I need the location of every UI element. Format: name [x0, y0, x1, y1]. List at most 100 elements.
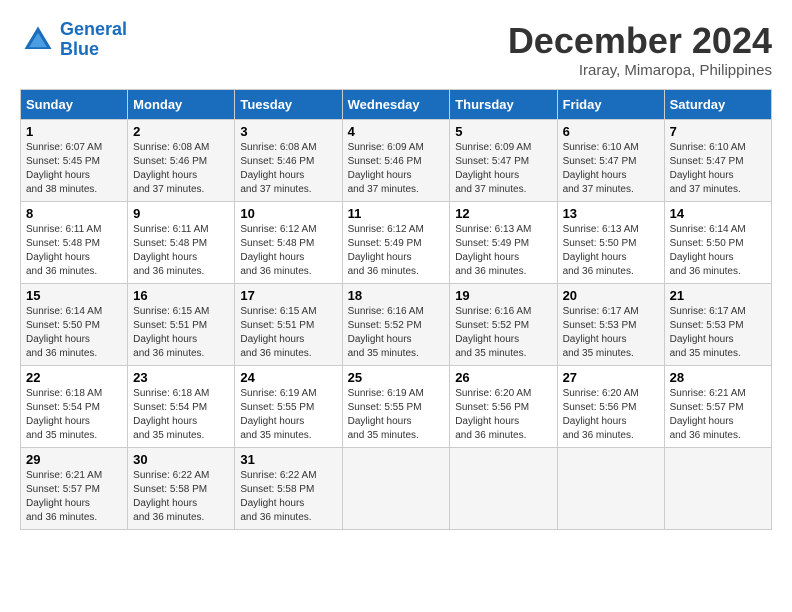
table-row: 16 Sunrise: 6:15 AMSunset: 5:51 PMDaylig…: [128, 284, 235, 366]
header-tuesday: Tuesday: [235, 90, 342, 120]
day-info: Sunrise: 6:12 AMSunset: 5:49 PMDaylight …: [348, 224, 424, 277]
day-info: Sunrise: 6:13 AMSunset: 5:50 PMDaylight …: [563, 224, 639, 277]
location-title: Iraray, Mimaropa, Philippines: [508, 62, 772, 79]
day-info: Sunrise: 6:17 AMSunset: 5:53 PMDaylight …: [670, 306, 746, 359]
day-info: Sunrise: 6:11 AMSunset: 5:48 PMDaylight …: [26, 224, 101, 277]
day-info: Sunrise: 6:11 AMSunset: 5:48 PMDaylight …: [133, 224, 208, 277]
day-number: 20: [563, 288, 659, 303]
day-number: 23: [133, 370, 229, 385]
table-row: 2 Sunrise: 6:08 AMSunset: 5:46 PMDayligh…: [128, 120, 235, 202]
calendar-week-1: 1 Sunrise: 6:07 AMSunset: 5:45 PMDayligh…: [21, 120, 772, 202]
day-info: Sunrise: 6:13 AMSunset: 5:49 PMDaylight …: [455, 224, 531, 277]
table-row: [664, 448, 771, 530]
day-info: Sunrise: 6:09 AMSunset: 5:46 PMDaylight …: [348, 142, 424, 195]
table-row: 17 Sunrise: 6:15 AMSunset: 5:51 PMDaylig…: [235, 284, 342, 366]
day-info: Sunrise: 6:19 AMSunset: 5:55 PMDaylight …: [240, 388, 316, 441]
day-info: Sunrise: 6:18 AMSunset: 5:54 PMDaylight …: [26, 388, 102, 441]
day-number: 11: [348, 206, 445, 221]
day-number: 31: [240, 452, 336, 467]
month-title: December 2024: [508, 20, 772, 62]
day-number: 6: [563, 124, 659, 139]
table-row: 4 Sunrise: 6:09 AMSunset: 5:46 PMDayligh…: [342, 120, 450, 202]
header-monday: Monday: [128, 90, 235, 120]
table-row: 26 Sunrise: 6:20 AMSunset: 5:56 PMDaylig…: [450, 366, 557, 448]
table-row: 20 Sunrise: 6:17 AMSunset: 5:53 PMDaylig…: [557, 284, 664, 366]
calendar-week-3: 15 Sunrise: 6:14 AMSunset: 5:50 PMDaylig…: [21, 284, 772, 366]
day-info: Sunrise: 6:21 AMSunset: 5:57 PMDaylight …: [670, 388, 746, 441]
day-number: 4: [348, 124, 445, 139]
table-row: 28 Sunrise: 6:21 AMSunset: 5:57 PMDaylig…: [664, 366, 771, 448]
day-number: 7: [670, 124, 766, 139]
header-saturday: Saturday: [664, 90, 771, 120]
table-row: 29 Sunrise: 6:21 AMSunset: 5:57 PMDaylig…: [21, 448, 128, 530]
day-number: 28: [670, 370, 766, 385]
day-info: Sunrise: 6:22 AMSunset: 5:58 PMDaylight …: [133, 470, 209, 523]
day-info: Sunrise: 6:17 AMSunset: 5:53 PMDaylight …: [563, 306, 639, 359]
day-info: Sunrise: 6:18 AMSunset: 5:54 PMDaylight …: [133, 388, 209, 441]
table-row: 13 Sunrise: 6:13 AMSunset: 5:50 PMDaylig…: [557, 202, 664, 284]
table-row: 25 Sunrise: 6:19 AMSunset: 5:55 PMDaylig…: [342, 366, 450, 448]
day-number: 5: [455, 124, 551, 139]
day-info: Sunrise: 6:10 AMSunset: 5:47 PMDaylight …: [670, 142, 746, 195]
day-info: Sunrise: 6:14 AMSunset: 5:50 PMDaylight …: [670, 224, 746, 277]
day-info: Sunrise: 6:15 AMSunset: 5:51 PMDaylight …: [240, 306, 316, 359]
day-number: 19: [455, 288, 551, 303]
table-row: [450, 448, 557, 530]
calendar-week-5: 29 Sunrise: 6:21 AMSunset: 5:57 PMDaylig…: [21, 448, 772, 530]
calendar-week-2: 8 Sunrise: 6:11 AMSunset: 5:48 PMDayligh…: [21, 202, 772, 284]
day-info: Sunrise: 6:19 AMSunset: 5:55 PMDaylight …: [348, 388, 424, 441]
header-wednesday: Wednesday: [342, 90, 450, 120]
day-info: Sunrise: 6:08 AMSunset: 5:46 PMDaylight …: [133, 142, 209, 195]
day-info: Sunrise: 6:20 AMSunset: 5:56 PMDaylight …: [563, 388, 639, 441]
day-number: 24: [240, 370, 336, 385]
day-info: Sunrise: 6:15 AMSunset: 5:51 PMDaylight …: [133, 306, 209, 359]
table-row: 19 Sunrise: 6:16 AMSunset: 5:52 PMDaylig…: [450, 284, 557, 366]
calendar-body: 1 Sunrise: 6:07 AMSunset: 5:45 PMDayligh…: [21, 120, 772, 530]
day-info: Sunrise: 6:07 AMSunset: 5:45 PMDaylight …: [26, 142, 102, 195]
day-info: Sunrise: 6:10 AMSunset: 5:47 PMDaylight …: [563, 142, 639, 195]
title-area: December 2024 Iraray, Mimaropa, Philippi…: [508, 20, 772, 79]
table-row: [342, 448, 450, 530]
calendar-week-4: 22 Sunrise: 6:18 AMSunset: 5:54 PMDaylig…: [21, 366, 772, 448]
day-info: Sunrise: 6:21 AMSunset: 5:57 PMDaylight …: [26, 470, 102, 523]
header-thursday: Thursday: [450, 90, 557, 120]
day-number: 12: [455, 206, 551, 221]
day-number: 26: [455, 370, 551, 385]
table-row: 15 Sunrise: 6:14 AMSunset: 5:50 PMDaylig…: [21, 284, 128, 366]
table-row: 31 Sunrise: 6:22 AMSunset: 5:58 PMDaylig…: [235, 448, 342, 530]
day-number: 2: [133, 124, 229, 139]
logo-icon: [20, 22, 56, 58]
day-number: 13: [563, 206, 659, 221]
calendar-header-row: Sunday Monday Tuesday Wednesday Thursday…: [21, 90, 772, 120]
table-row: 18 Sunrise: 6:16 AMSunset: 5:52 PMDaylig…: [342, 284, 450, 366]
table-row: 1 Sunrise: 6:07 AMSunset: 5:45 PMDayligh…: [21, 120, 128, 202]
day-info: Sunrise: 6:16 AMSunset: 5:52 PMDaylight …: [455, 306, 531, 359]
header-sunday: Sunday: [21, 90, 128, 120]
table-row: 9 Sunrise: 6:11 AMSunset: 5:48 PMDayligh…: [128, 202, 235, 284]
table-row: 24 Sunrise: 6:19 AMSunset: 5:55 PMDaylig…: [235, 366, 342, 448]
day-number: 3: [240, 124, 336, 139]
day-info: Sunrise: 6:14 AMSunset: 5:50 PMDaylight …: [26, 306, 102, 359]
table-row: 27 Sunrise: 6:20 AMSunset: 5:56 PMDaylig…: [557, 366, 664, 448]
day-number: 18: [348, 288, 445, 303]
header-friday: Friday: [557, 90, 664, 120]
table-row: 14 Sunrise: 6:14 AMSunset: 5:50 PMDaylig…: [664, 202, 771, 284]
table-row: 21 Sunrise: 6:17 AMSunset: 5:53 PMDaylig…: [664, 284, 771, 366]
day-info: Sunrise: 6:16 AMSunset: 5:52 PMDaylight …: [348, 306, 424, 359]
day-number: 21: [670, 288, 766, 303]
day-number: 15: [26, 288, 122, 303]
day-number: 10: [240, 206, 336, 221]
table-row: 7 Sunrise: 6:10 AMSunset: 5:47 PMDayligh…: [664, 120, 771, 202]
table-row: 12 Sunrise: 6:13 AMSunset: 5:49 PMDaylig…: [450, 202, 557, 284]
logo: General Blue: [20, 20, 127, 60]
day-number: 16: [133, 288, 229, 303]
table-row: 22 Sunrise: 6:18 AMSunset: 5:54 PMDaylig…: [21, 366, 128, 448]
table-row: 8 Sunrise: 6:11 AMSunset: 5:48 PMDayligh…: [21, 202, 128, 284]
table-row: 11 Sunrise: 6:12 AMSunset: 5:49 PMDaylig…: [342, 202, 450, 284]
day-number: 30: [133, 452, 229, 467]
day-info: Sunrise: 6:20 AMSunset: 5:56 PMDaylight …: [455, 388, 531, 441]
day-number: 29: [26, 452, 122, 467]
page-header: General Blue December 2024 Iraray, Mimar…: [20, 20, 772, 79]
table-row: [557, 448, 664, 530]
day-info: Sunrise: 6:22 AMSunset: 5:58 PMDaylight …: [240, 470, 316, 523]
